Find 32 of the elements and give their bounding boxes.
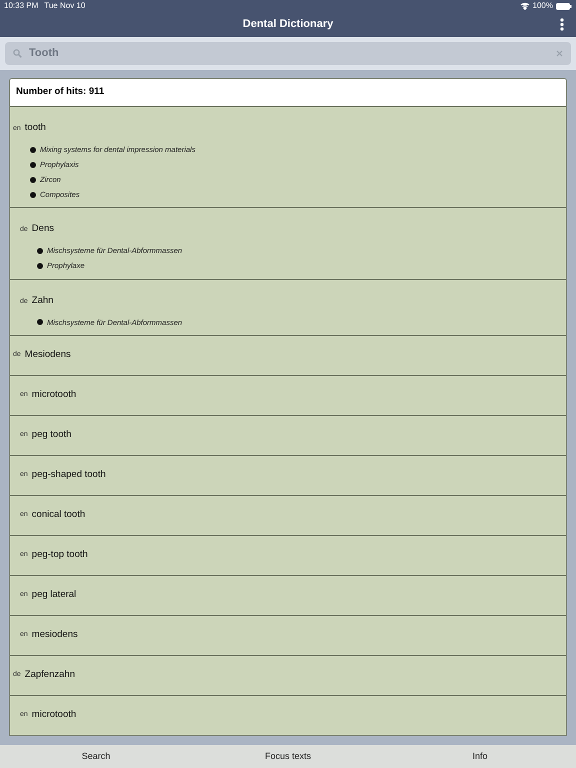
wifi-icon — [520, 2, 530, 10]
more-menu-icon[interactable] — [560, 18, 564, 31]
bullet-icon — [37, 248, 43, 254]
bullet-icon — [30, 146, 36, 153]
term: peg tooth — [32, 428, 72, 442]
term: tooth — [24, 121, 46, 135]
term: microtooth — [32, 388, 76, 402]
term: Zahn — [32, 294, 54, 308]
term: peg-shaped tooth — [32, 468, 106, 482]
term: mesiodens — [32, 628, 78, 642]
term: conical tooth — [32, 508, 86, 522]
bullet-icon — [37, 319, 43, 326]
term: peg lateral — [32, 588, 76, 602]
search-icon — [13, 49, 22, 58]
battery-icon — [556, 2, 572, 10]
tab-button[interactable]: Info — [384, 745, 576, 768]
term: peg-top tooth — [32, 548, 88, 562]
bullet-icon — [30, 192, 36, 198]
tab-button[interactable]: Search — [0, 745, 192, 768]
term: Zapfenzahn — [24, 668, 75, 682]
term: microtooth — [32, 708, 76, 722]
hits-count: Number of hits: 911 — [16, 85, 104, 100]
tab-button[interactable]: Focus texts — [192, 745, 384, 768]
nav-title: Dental Dictionary — [242, 17, 334, 32]
status-time: 10:33 PM — [4, 0, 38, 12]
bullet-icon — [37, 263, 43, 269]
term: Mesiodens — [24, 348, 71, 362]
battery-percent: 100% — [532, 0, 553, 12]
term: Dens — [32, 222, 54, 236]
bullet-icon — [30, 176, 36, 183]
status-date: Tue Nov 10 — [44, 0, 86, 12]
bullet-icon — [30, 162, 36, 168]
